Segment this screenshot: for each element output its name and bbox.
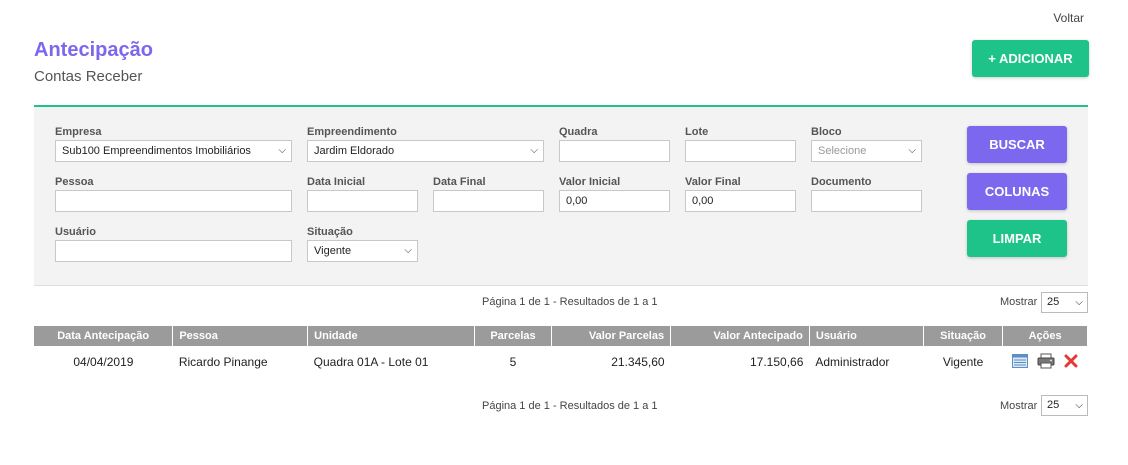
- col-header: Ações: [1002, 326, 1088, 346]
- data-final-field: Data Final: [433, 176, 544, 212]
- situacao-value: Vigente: [314, 245, 352, 257]
- page-size-value: 25: [1047, 296, 1060, 308]
- cell-parcelas: 5: [509, 355, 517, 369]
- empreendimento-select[interactable]: Jardim Eldorado ⌵: [307, 140, 544, 162]
- col-header[interactable]: Parcelas: [474, 326, 553, 346]
- col-header[interactable]: Data Antecipação: [34, 326, 174, 346]
- chevron-down-icon: ⌵: [530, 145, 538, 156]
- data-final-input[interactable]: [433, 190, 544, 212]
- lote-input[interactable]: [685, 140, 796, 162]
- show-label-bottom: Mostrar: [1000, 400, 1038, 412]
- cell-usuario: Administrador: [815, 355, 890, 369]
- data-final-label: Data Final: [433, 176, 486, 188]
- lote-field: Lote: [685, 126, 796, 162]
- cell-acoes: [1003, 346, 1088, 378]
- bloco-select[interactable]: Selecione ⌵: [811, 140, 922, 162]
- add-button[interactable]: + ADICIONAR: [972, 40, 1089, 77]
- empresa-field: Empresa Sub100 Empreendimentos Imobiliár…: [55, 126, 292, 162]
- data-inicial-label: Data Inicial: [307, 176, 366, 188]
- bloco-field: Bloco Selecione ⌵: [811, 126, 922, 162]
- delete-x-icon[interactable]: [1064, 354, 1078, 371]
- lote-label: Lote: [685, 126, 709, 138]
- page-size-select-top[interactable]: 25 ⌵: [1041, 292, 1088, 313]
- valor-inicial-input[interactable]: [559, 190, 670, 212]
- quadra-input[interactable]: [559, 140, 670, 162]
- page-title: Antecipação: [34, 39, 153, 61]
- cell-pessoa: Ricardo Pinange: [178, 355, 268, 369]
- situacao-select[interactable]: Vigente ⌵: [307, 240, 418, 262]
- back-link[interactable]: Voltar: [1053, 11, 1084, 25]
- bloco-label: Bloco: [811, 126, 842, 138]
- usuario-label: Usuário: [55, 226, 96, 238]
- quadra-field: Quadra: [559, 126, 670, 162]
- page-size-select-bottom[interactable]: 25 ⌵: [1041, 395, 1088, 416]
- documento-label: Documento: [811, 176, 872, 188]
- list-icon[interactable]: [1011, 353, 1028, 371]
- data-inicial-input[interactable]: [307, 190, 418, 212]
- usuario-field: Usuário: [55, 226, 292, 262]
- documento-field: Documento: [811, 176, 922, 212]
- table-row: 04/04/2019 Ricardo Pinange Quadra 01A - …: [34, 346, 1088, 378]
- pagination-info-bottom: Página 1 de 1 - Resultados de 1 a 1: [482, 400, 658, 412]
- col-header[interactable]: Valor Antecipado: [670, 326, 810, 346]
- chevron-down-icon: ⌵: [278, 145, 286, 156]
- printer-icon[interactable]: [1037, 353, 1055, 372]
- pessoa-input[interactable]: [55, 190, 292, 212]
- pagination-info-top: Página 1 de 1 - Resultados de 1 a 1: [482, 296, 658, 308]
- valor-final-input[interactable]: [685, 190, 796, 212]
- valor-inicial-label: Valor Inicial: [559, 176, 621, 188]
- bloco-value: Selecione: [818, 145, 867, 157]
- chevron-down-icon: ⌵: [1075, 297, 1083, 308]
- chevron-down-icon: ⌵: [908, 145, 916, 156]
- col-header[interactable]: Pessoa: [172, 326, 309, 346]
- filter-panel: Empresa Sub100 Empreendimentos Imobiliár…: [34, 105, 1088, 286]
- page-size-value: 25: [1047, 399, 1060, 411]
- empresa-value: Sub100 Empreendimentos Imobiliários: [62, 145, 251, 157]
- valor-final-field: Valor Final: [685, 176, 796, 212]
- valor-final-label: Valor Final: [685, 176, 741, 188]
- col-header[interactable]: Unidade: [307, 326, 475, 346]
- empreendimento-label: Empreendimento: [307, 126, 397, 138]
- page-subtitle: Contas Receber: [34, 68, 143, 85]
- quadra-label: Quadra: [559, 126, 598, 138]
- colunas-button[interactable]: COLUNAS: [967, 173, 1067, 210]
- results-table: Data Antecipação Pessoa Unidade Parcelas…: [34, 326, 1088, 378]
- cell-valor-antecipado: 17.150,66: [749, 355, 804, 369]
- show-label-top: Mostrar: [1000, 296, 1038, 308]
- empresa-label: Empresa: [55, 126, 102, 138]
- col-header[interactable]: Valor Parcelas: [551, 326, 672, 346]
- situacao-field: Situação Vigente ⌵: [307, 226, 418, 262]
- pessoa-field: Pessoa: [55, 176, 292, 212]
- usuario-input[interactable]: [55, 240, 292, 262]
- pessoa-label: Pessoa: [55, 176, 94, 188]
- col-header[interactable]: Situação: [923, 326, 1004, 346]
- col-header[interactable]: Usuário: [809, 326, 924, 346]
- cell-valor-parcelas: 21.345,60: [611, 355, 665, 369]
- cell-unidade: Quadra 01A - Lote 01: [313, 355, 429, 369]
- empreendimento-value: Jardim Eldorado: [314, 145, 395, 157]
- limpar-button[interactable]: LIMPAR: [967, 220, 1067, 257]
- documento-input[interactable]: [811, 190, 922, 212]
- chevron-down-icon: ⌵: [1075, 400, 1083, 411]
- cell-data-antecipacao: 04/04/2019: [73, 355, 134, 369]
- empreendimento-field: Empreendimento Jardim Eldorado ⌵: [307, 126, 544, 162]
- table-header-row: Data Antecipação Pessoa Unidade Parcelas…: [34, 326, 1088, 346]
- cell-situacao: Vigente: [942, 355, 984, 369]
- data-inicial-field: Data Inicial: [307, 176, 418, 212]
- situacao-label: Situação: [307, 226, 353, 238]
- valor-inicial-field: Valor Inicial: [559, 176, 670, 212]
- buscar-button[interactable]: BUSCAR: [967, 126, 1067, 163]
- empresa-select[interactable]: Sub100 Empreendimentos Imobiliários ⌵: [55, 140, 292, 162]
- chevron-down-icon: ⌵: [404, 245, 412, 256]
